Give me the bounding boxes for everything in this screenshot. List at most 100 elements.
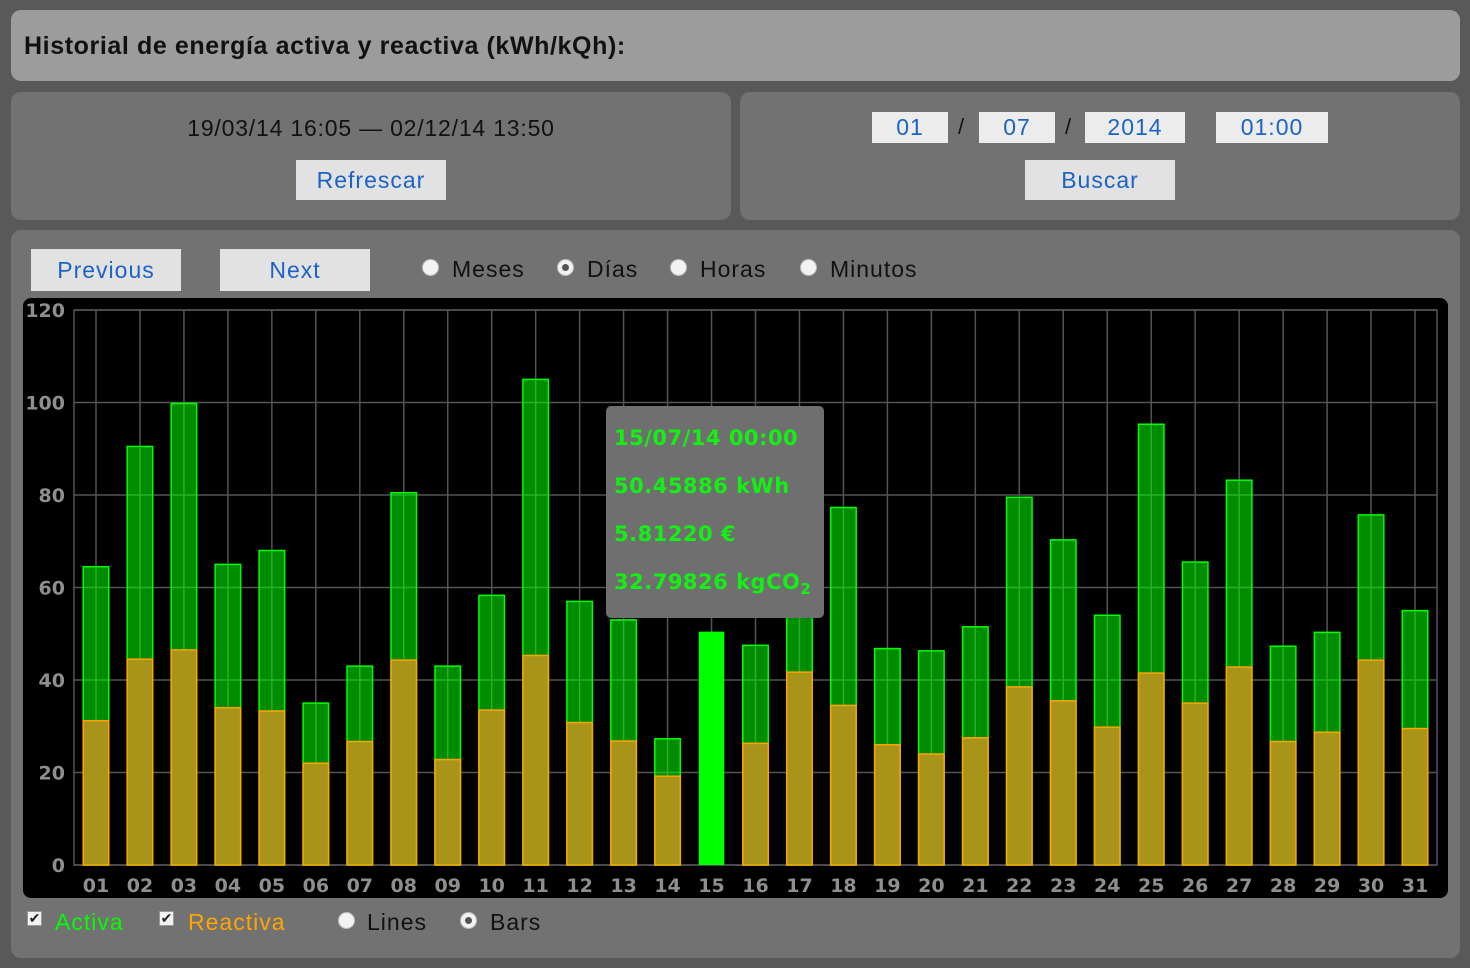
reactiva-bar — [785, 671, 813, 866]
tooltip-cost: 5.81220 € — [614, 522, 737, 546]
reactiva-checkbox[interactable]: ✔ — [159, 911, 174, 926]
x-tick-label: 07 — [347, 875, 373, 897]
radio-lines[interactable] — [338, 912, 355, 929]
radio-bars[interactable] — [460, 912, 477, 929]
tooltip-co2: 32.79826 kgCO2 — [614, 570, 811, 598]
y-tick-label: 80 — [39, 485, 65, 507]
x-tick-label: 21 — [962, 875, 988, 897]
tooltip-energy: 50.45886 kWh — [614, 474, 790, 498]
x-tick-label: 26 — [1182, 875, 1208, 897]
x-tick-label: 14 — [654, 875, 680, 897]
tooltip-co2-sub: 2 — [800, 580, 812, 599]
next-button[interactable]: Next — [220, 249, 370, 291]
x-tick-label: 31 — [1402, 875, 1428, 897]
x-tick-label: 29 — [1314, 875, 1340, 897]
reactiva-bar — [82, 719, 110, 866]
x-tick-label: 02 — [127, 875, 153, 897]
radio-label-minutos: Minutos — [830, 256, 918, 282]
reactiva-bar — [961, 737, 989, 866]
radio-label-dias: Días — [587, 256, 639, 282]
reactiva-bar — [214, 707, 242, 866]
y-tick-label: 20 — [39, 763, 65, 785]
radio-meses[interactable] — [422, 259, 439, 276]
range-panel: 19/03/14 16:05 — 02/12/14 13:50 Refresca… — [11, 92, 731, 220]
x-tick-label: 20 — [918, 875, 944, 897]
legend-reactiva: Reactiva — [188, 909, 286, 935]
reactiva-bar — [654, 775, 682, 866]
x-tick-label: 28 — [1270, 875, 1296, 897]
reactiva-bar — [1137, 672, 1165, 866]
reactiva-bar — [1225, 666, 1253, 866]
y-tick-label: 120 — [25, 300, 65, 322]
x-tick-label: 06 — [303, 875, 329, 897]
reactiva-bar — [258, 710, 286, 866]
time-field[interactable]: 01:00 — [1216, 112, 1328, 143]
x-tick-label: 25 — [1138, 875, 1164, 897]
x-tick-label: 23 — [1050, 875, 1076, 897]
radio-horas[interactable] — [670, 259, 687, 276]
radio-label-meses: Meses — [452, 256, 525, 282]
reactiva-bar — [170, 649, 198, 866]
reactiva-bar — [302, 762, 330, 866]
x-tick-label: 11 — [522, 875, 548, 897]
x-tick-label: 09 — [434, 875, 460, 897]
x-tick-label: 18 — [830, 875, 856, 897]
radio-dias[interactable] — [557, 259, 574, 276]
refresh-button[interactable]: Refrescar — [296, 160, 446, 200]
x-tick-label: 03 — [171, 875, 197, 897]
search-button[interactable]: Buscar — [1025, 160, 1175, 200]
reactiva-bar — [1313, 731, 1341, 866]
x-tick-label: 05 — [259, 875, 285, 897]
reactiva-bar — [741, 742, 770, 866]
x-tick-label: 16 — [742, 875, 768, 897]
chart-tooltip: 15/07/14 00:00 50.45886 kWh 5.81220 € 32… — [606, 406, 824, 618]
x-tick-label: 08 — [391, 875, 417, 897]
legend-activa: Activa — [55, 909, 124, 935]
reactiva-bar — [478, 709, 506, 866]
reactiva-bar — [917, 753, 945, 866]
reactiva-bar — [873, 744, 901, 866]
x-tick-label: 15 — [698, 875, 724, 897]
reactiva-bar — [566, 721, 594, 866]
reactiva-bar — [1269, 740, 1297, 866]
reactiva-bar — [522, 654, 550, 866]
previous-button[interactable]: Previous — [31, 249, 181, 291]
x-tick-label: 19 — [874, 875, 900, 897]
date-range-text: 19/03/14 16:05 — 02/12/14 13:50 — [187, 115, 555, 141]
reactiva-bar — [1049, 700, 1077, 866]
radio-label-horas: Horas — [700, 256, 767, 282]
y-tick-label: 100 — [25, 393, 65, 415]
reactiva-bar — [126, 658, 154, 866]
tooltip-date: 15/07/14 00:00 — [614, 426, 799, 450]
reactiva-bar — [1181, 702, 1209, 866]
tooltip-co2-value: 32.79826 kgCO — [614, 570, 801, 594]
x-tick-label: 22 — [1006, 875, 1032, 897]
x-tick-label: 01 — [83, 875, 109, 897]
activa-checkbox[interactable]: ✔ — [27, 911, 42, 926]
day-field[interactable]: 01 — [872, 112, 948, 143]
y-tick-label: 40 — [39, 670, 65, 692]
radio-minutos[interactable] — [800, 259, 817, 276]
date-separator: / — [1065, 114, 1072, 139]
x-tick-label: 04 — [215, 875, 241, 897]
reactiva-bar — [434, 758, 462, 866]
x-tick-label: 17 — [786, 875, 812, 897]
x-tick-label: 27 — [1226, 875, 1252, 897]
y-tick-label: 0 — [52, 855, 65, 877]
x-tick-label: 24 — [1094, 875, 1120, 897]
year-field[interactable]: 2014 — [1085, 112, 1185, 143]
search-panel: 01 / 07 / 2014 01:00 Buscar — [740, 92, 1460, 220]
reactiva-bar — [610, 740, 638, 866]
reactiva-bar — [1357, 659, 1385, 866]
x-tick-label: 13 — [610, 875, 636, 897]
x-tick-label: 10 — [478, 875, 504, 897]
month-field[interactable]: 07 — [979, 112, 1055, 143]
reactiva-bar — [390, 659, 418, 866]
reactiva-bar — [1401, 727, 1429, 866]
reactiva-bar — [1005, 686, 1033, 866]
reactiva-bar — [346, 740, 374, 866]
radio-label-lines: Lines — [367, 909, 427, 935]
date-separator: / — [958, 114, 965, 139]
reactiva-bar — [1093, 726, 1121, 866]
reactiva-bar — [829, 704, 857, 866]
